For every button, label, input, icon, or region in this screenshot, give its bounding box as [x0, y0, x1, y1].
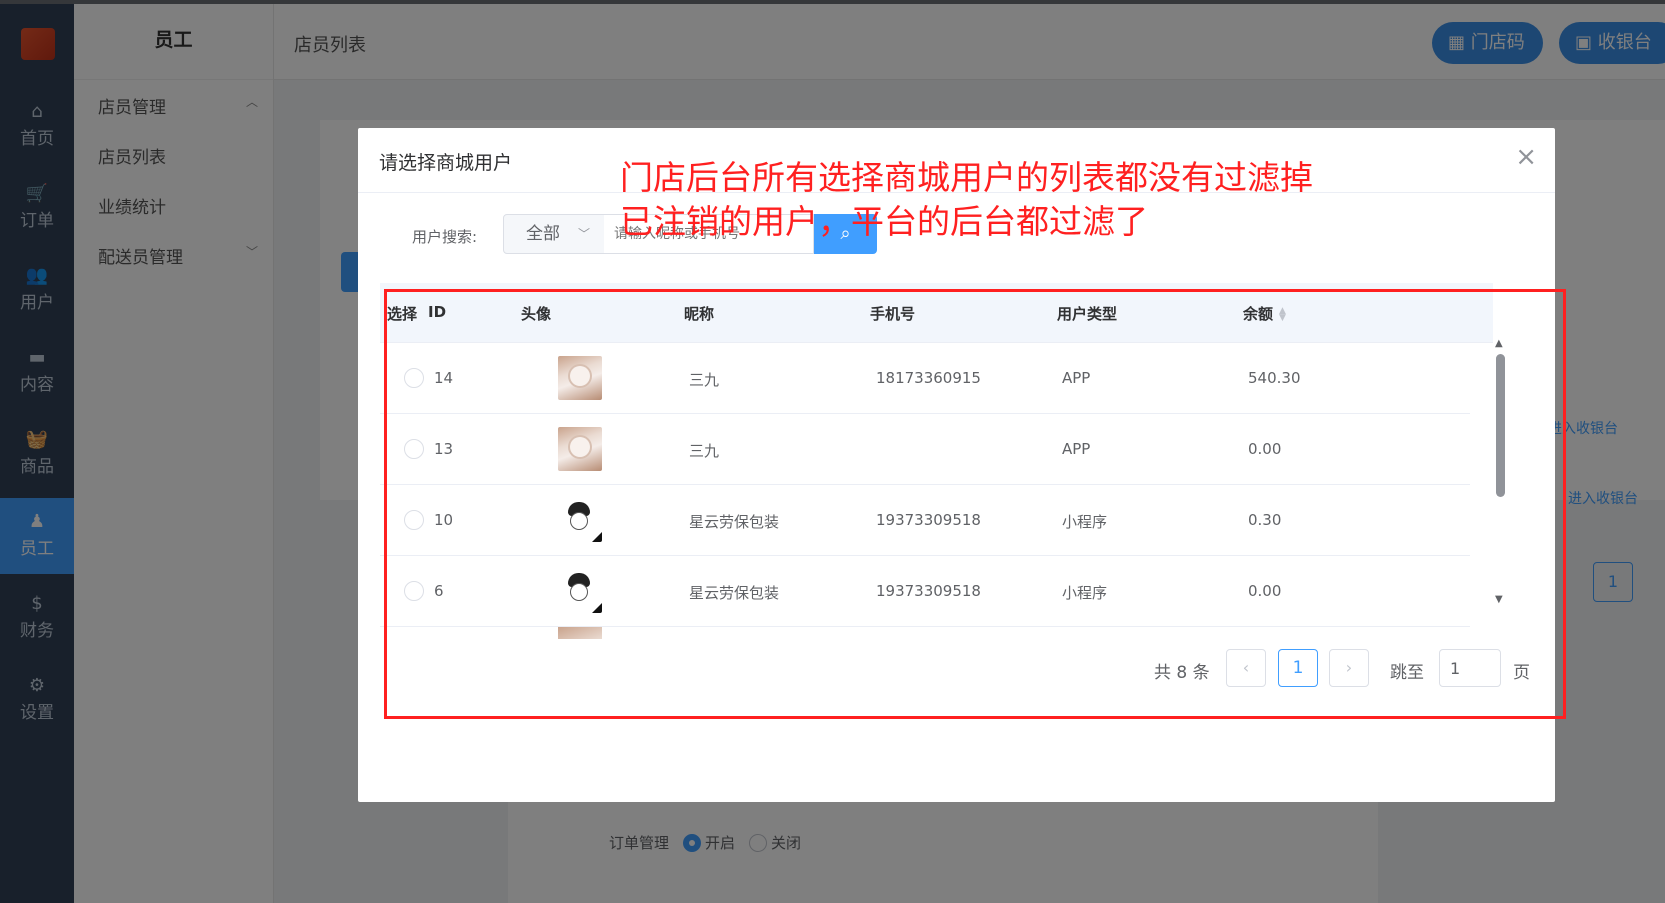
col-balance-label: 余额: [1243, 305, 1274, 323]
prev-page-button[interactable]: ‹: [1226, 649, 1266, 687]
chevron-down-icon: ﹀: [577, 227, 590, 241]
next-page-button[interactable]: ›: [1329, 649, 1369, 687]
cell-user-type: APP: [1062, 369, 1091, 387]
cell-id: 10: [434, 511, 454, 529]
avatar: [558, 498, 602, 542]
close-icon[interactable]: ×: [1515, 144, 1537, 170]
cell-balance: 0.30: [1248, 511, 1282, 529]
select-value: 全部: [526, 224, 560, 244]
annotation-text: 门店后台所有选择商城用户的列表都没有过滤掉已注销的用户，平台的后台都过滤了: [620, 158, 1313, 241]
cell-phone: 19373309518: [876, 511, 981, 529]
cell-id: 6: [434, 582, 444, 600]
cell-nickname: 三九: [689, 371, 720, 389]
cell-user-type: 小程序: [1062, 513, 1108, 531]
scroll-thumb[interactable]: [1496, 354, 1505, 497]
col-balance[interactable]: 余额 ▲ ▼: [1243, 303, 1286, 324]
chevron-left-icon: ‹: [1242, 658, 1250, 677]
cell-balance: 540.30: [1248, 369, 1301, 387]
cell-balance: 0.00: [1248, 440, 1282, 458]
table-scrollbar[interactable]: ▲ ▼: [1493, 338, 1507, 608]
cell-nickname: 星云劳保包装: [689, 584, 780, 602]
table-row[interactable]: 10 星云劳保包装 19373309518 小程序 0.30: [380, 485, 1470, 556]
col-nickname: 昵称: [684, 305, 715, 323]
col-id: ID: [428, 303, 447, 321]
table-row[interactable]: [380, 627, 1470, 643]
cell-id: 13: [434, 440, 454, 458]
col-phone: 手机号: [870, 305, 916, 323]
avatar: [558, 427, 602, 471]
cell-user-type: 小程序: [1062, 584, 1108, 602]
dialog-title: 请选择商城用户: [379, 152, 513, 174]
pagination-total: 共 8 条: [1154, 663, 1210, 683]
search-label: 用户搜索:: [412, 228, 478, 246]
table-row[interactable]: 6 星云劳保包装 19373309518 小程序 0.00: [380, 556, 1470, 627]
cell-phone: 19373309518: [876, 582, 981, 600]
cell-id: 14: [434, 369, 454, 387]
avatar: [558, 627, 602, 639]
avatar: [558, 569, 602, 613]
table-row[interactable]: 13 三九 APP 0.00: [380, 414, 1470, 485]
scroll-down-arrow-icon[interactable]: ▼: [1495, 594, 1503, 605]
col-select: 选择: [387, 305, 418, 323]
row-radio[interactable]: [404, 581, 424, 601]
cell-phone: 18173360915: [876, 369, 981, 387]
col-user-type: 用户类型: [1057, 305, 1118, 323]
chevron-right-icon: ›: [1345, 658, 1353, 677]
avatar: [558, 356, 602, 400]
page-number-current[interactable]: 1: [1278, 649, 1318, 687]
table-row[interactable]: 14 三九 18173360915 APP 540.30: [380, 343, 1470, 414]
row-radio[interactable]: [404, 439, 424, 459]
sort-icon[interactable]: ▲ ▼: [1279, 306, 1286, 322]
scroll-up-arrow-icon[interactable]: ▲: [1495, 338, 1503, 349]
page-unit-label: 页: [1513, 663, 1530, 683]
cell-nickname: 星云劳保包装: [689, 513, 780, 531]
cell-user-type: APP: [1062, 440, 1091, 458]
cell-balance: 0.00: [1248, 582, 1282, 600]
user-table: 选择 ID 头像 昵称 手机号 用户类型 余额 ▲ ▼ 14 三九 18173360…: [380, 283, 1493, 643]
jump-page-input[interactable]: [1439, 649, 1501, 687]
col-avatar: 头像: [521, 305, 552, 323]
row-radio[interactable]: [404, 368, 424, 388]
row-radio[interactable]: [404, 510, 424, 530]
table-header: 选择 ID 头像 昵称 手机号 用户类型 余额 ▲ ▼: [380, 283, 1493, 343]
search-type-select[interactable]: 全部 ﹀: [503, 214, 605, 254]
cell-nickname: 三九: [689, 442, 720, 460]
jump-label: 跳至: [1390, 663, 1424, 683]
